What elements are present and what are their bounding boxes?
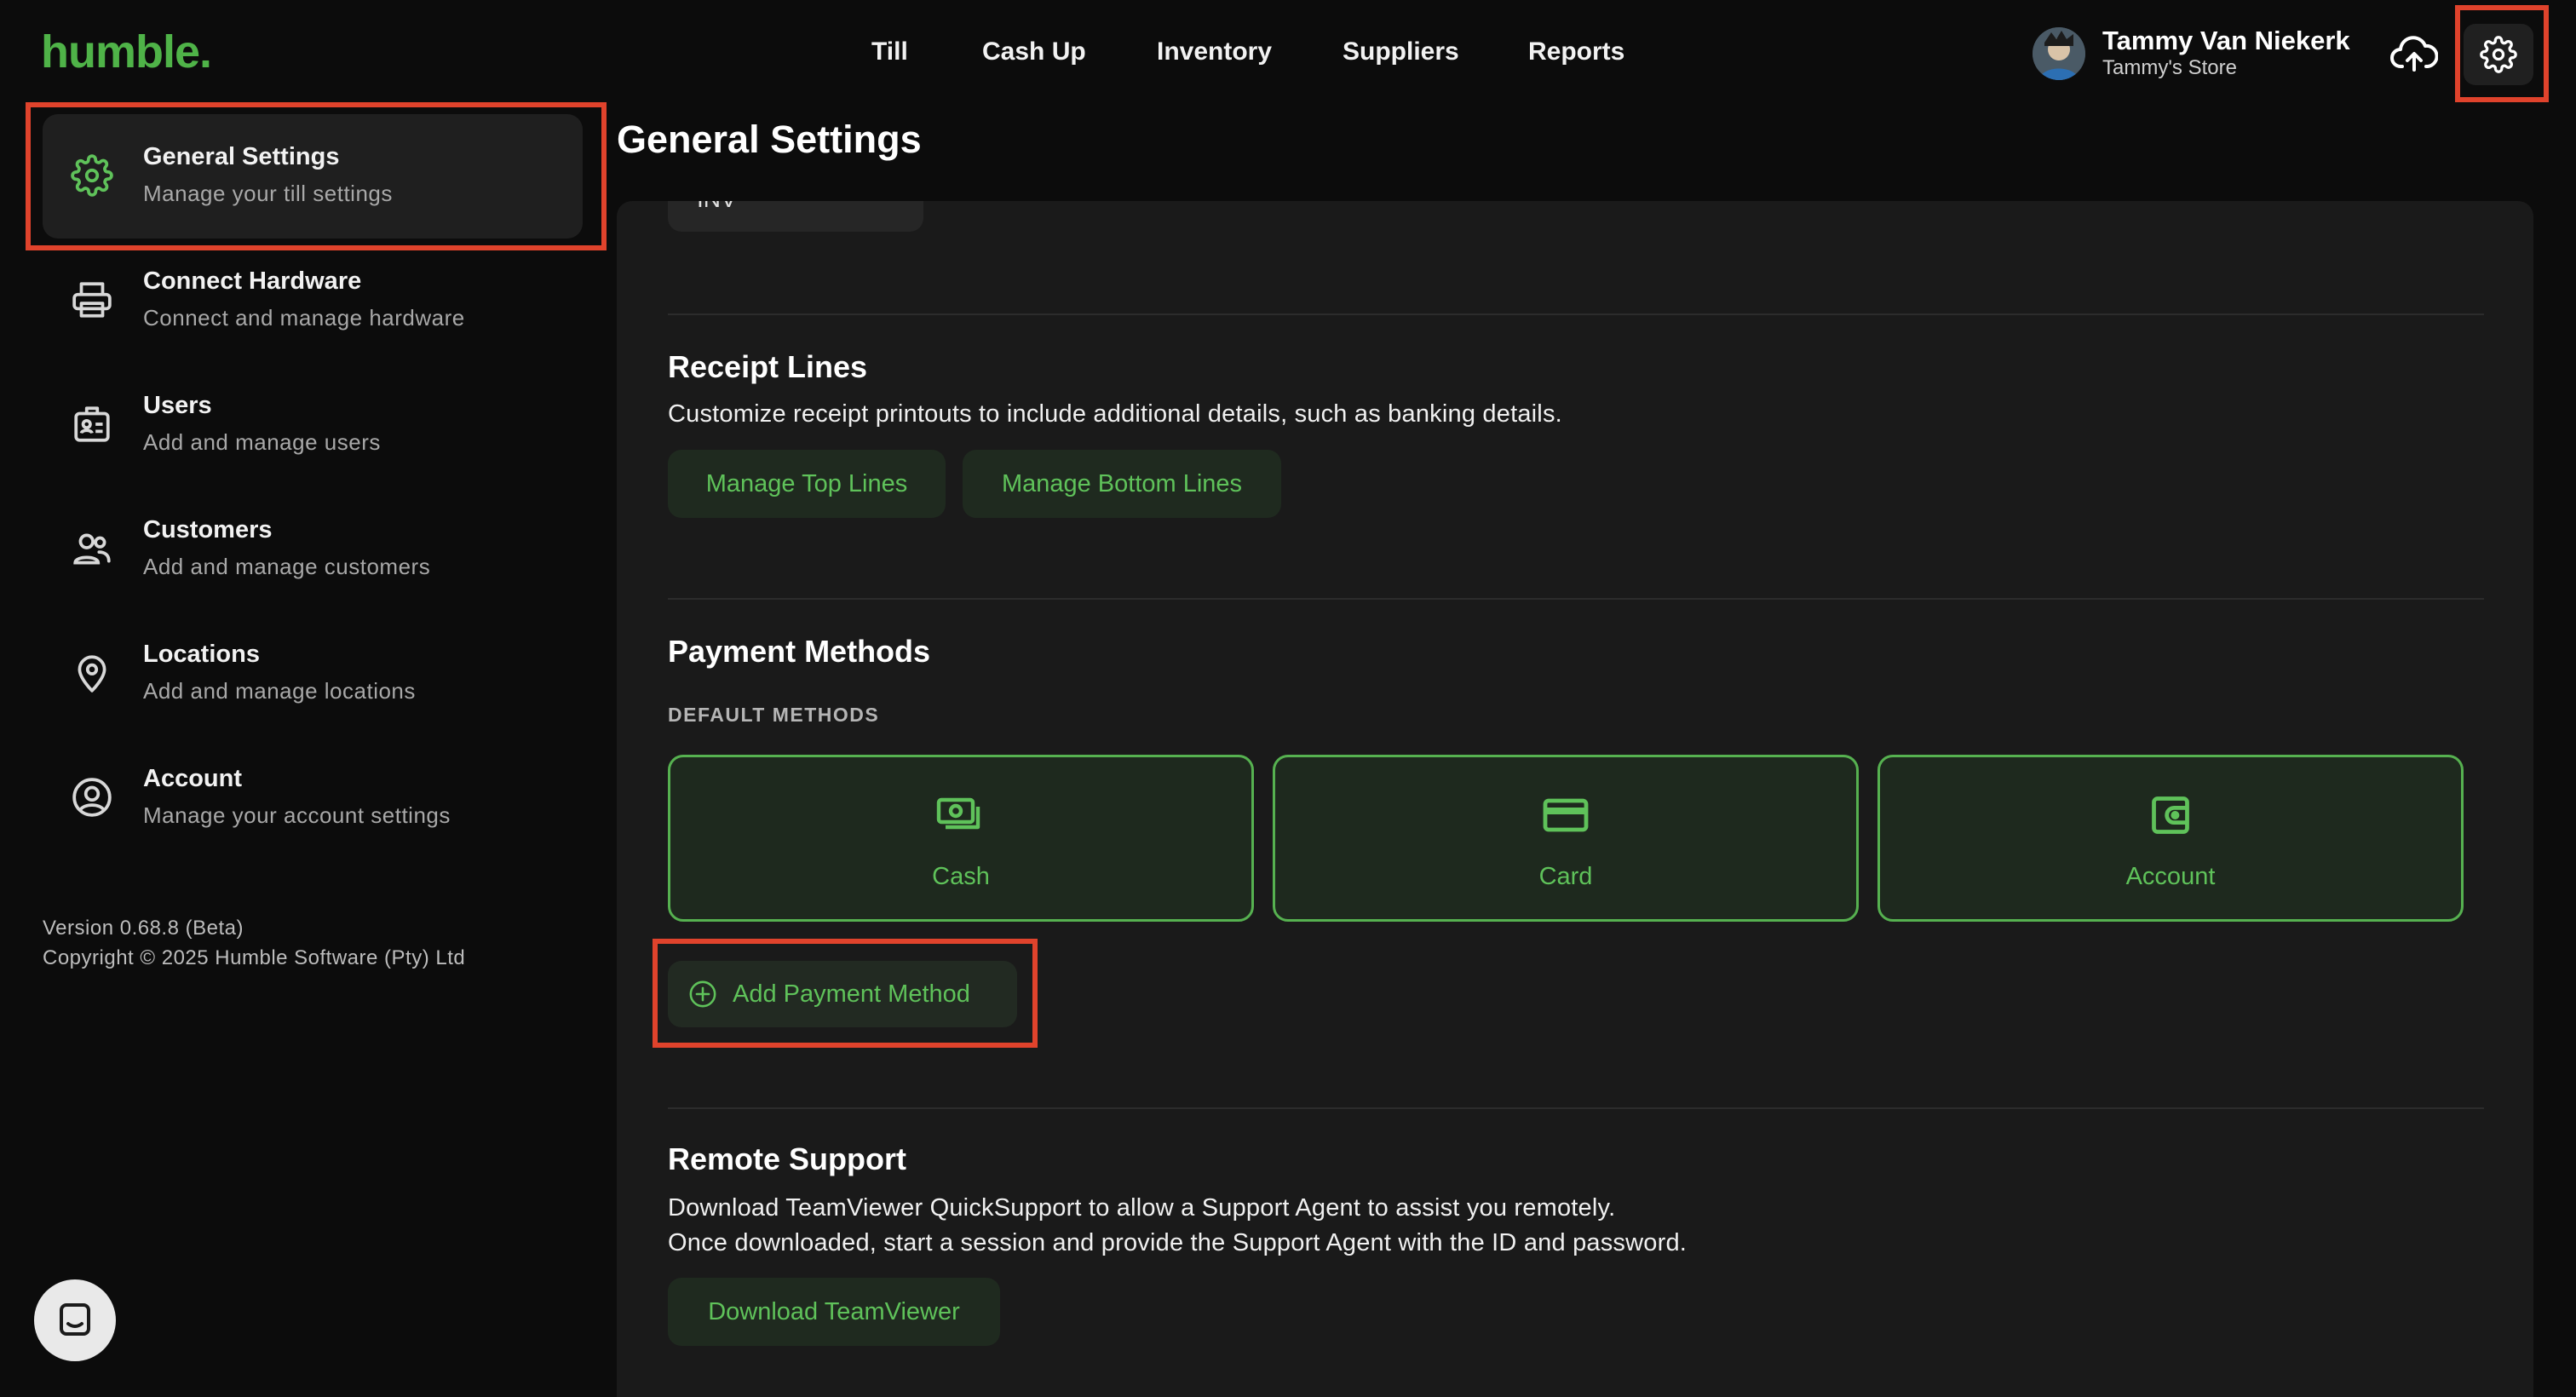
nav-suppliers[interactable]: Suppliers: [1343, 37, 1459, 66]
add-payment-method-label: Add Payment Method: [733, 980, 970, 1008]
user-store: Tammy's Store: [2102, 56, 2237, 79]
manage-bottom-lines-button[interactable]: Manage Bottom Lines: [963, 450, 1281, 518]
wallet-icon: [2143, 791, 2198, 839]
sidebar-item-general-settings[interactable]: General Settings Manage your till settin…: [43, 114, 583, 239]
sidebar-item-title: Users: [143, 392, 212, 419]
cloud-upload-icon[interactable]: [2390, 32, 2438, 77]
printer-icon: [68, 276, 116, 324]
remote-support-line2: Once downloaded, start a session and pro…: [668, 1229, 1688, 1256]
divider: [668, 313, 2484, 315]
avatar[interactable]: [2033, 27, 2085, 80]
sidebar-item-subtitle: Add and manage customers: [143, 554, 431, 579]
add-payment-method-button[interactable]: Add Payment Method: [668, 961, 1017, 1027]
remote-support-title: Remote Support: [668, 1141, 907, 1176]
payment-method-cash[interactable]: Cash: [668, 755, 1254, 922]
sidebar-item-title: General Settings: [143, 143, 340, 170]
gear-icon: [2480, 36, 2517, 73]
location-pin-icon: [68, 649, 116, 697]
credit-card-icon: [1538, 791, 1593, 839]
copyright-text: Copyright © 2025 Humble Software (Pty) L…: [43, 946, 466, 969]
manage-top-lines-button[interactable]: Manage Top Lines: [668, 450, 946, 518]
gear-icon: [68, 152, 116, 199]
support-chat-button[interactable]: [34, 1279, 116, 1361]
receipt-lines-description: Customize receipt printouts to include a…: [668, 400, 1562, 428]
humble-logo[interactable]: humble.: [41, 26, 212, 78]
sidebar-item-connect-hardware[interactable]: Connect Hardware Connect and manage hard…: [43, 239, 583, 363]
nav-reports[interactable]: Reports: [1528, 37, 1624, 66]
remote-support-line1: Download TeamViewer QuickSupport to allo…: [668, 1194, 1616, 1222]
settings-button[interactable]: [2464, 24, 2533, 85]
download-teamviewer-button[interactable]: Download TeamViewer: [668, 1278, 1000, 1346]
chat-icon: [55, 1300, 95, 1341]
sidebar-item-subtitle: Add and manage locations: [143, 678, 416, 704]
id-badge-icon: [68, 400, 116, 448]
payment-methods-title: Payment Methods: [668, 634, 931, 669]
nav-cash-up[interactable]: Cash Up: [982, 37, 1086, 66]
sidebar-item-title: Account: [143, 765, 242, 792]
sidebar-item-title: Customers: [143, 516, 273, 543]
default-methods-label: DEFAULT METHODS: [668, 704, 880, 726]
sidebar-item-customers[interactable]: Customers Add and manage customers: [43, 487, 583, 612]
add-circle-icon: [688, 980, 717, 1009]
divider: [668, 1107, 2484, 1109]
header-mask: [617, 162, 1383, 201]
page-title: General Settings: [617, 118, 922, 161]
payment-method-label: Cash: [932, 863, 990, 890]
sidebar-item-title: Connect Hardware: [143, 267, 362, 295]
version-info: Version 0.68.8 (Beta) Copyright © 2025 H…: [43, 913, 465, 973]
people-icon: [68, 525, 116, 572]
sidebar-item-users[interactable]: Users Add and manage users: [43, 363, 583, 487]
payment-method-label: Card: [1538, 863, 1593, 890]
nav-till[interactable]: Till: [871, 37, 908, 66]
user-circle-icon: [68, 773, 116, 821]
sidebar-item-title: Locations: [143, 641, 260, 668]
payment-method-card[interactable]: Card: [1273, 755, 1859, 922]
sidebar-item-locations[interactable]: Locations Add and manage locations: [43, 612, 583, 736]
sidebar-item-subtitle: Connect and manage hardware: [143, 305, 465, 331]
sidebar-item-account[interactable]: Account Manage your account settings: [43, 736, 583, 860]
sidebar-item-subtitle: Manage your till settings: [143, 181, 393, 206]
receipt-lines-title: Receipt Lines: [668, 349, 868, 384]
version-text: Version 0.68.8 (Beta): [43, 917, 244, 940]
cash-icon: [934, 791, 988, 839]
nav-inventory[interactable]: Inventory: [1157, 37, 1272, 66]
payment-method-account[interactable]: Account: [1877, 755, 2464, 922]
divider: [668, 598, 2484, 600]
sidebar-item-subtitle: Manage your account settings: [143, 802, 451, 828]
payment-method-label: Account: [2125, 863, 2216, 890]
user-name: Tammy Van Niekerk: [2102, 26, 2350, 55]
sidebar-item-subtitle: Add and manage users: [143, 429, 381, 455]
